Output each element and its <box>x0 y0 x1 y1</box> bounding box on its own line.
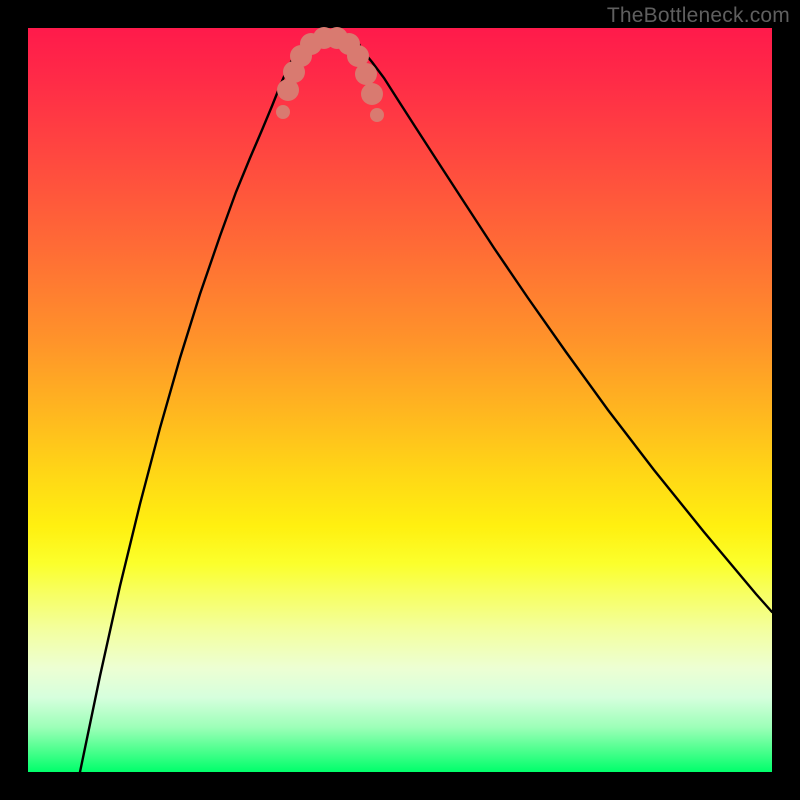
curve-left-arm <box>80 50 298 772</box>
bead-marker <box>276 105 290 119</box>
bead-marker <box>370 108 384 122</box>
bead-chain <box>276 27 384 122</box>
curve-right-arm <box>362 50 772 612</box>
watermark-text: TheBottleneck.com <box>607 4 790 28</box>
bead-marker <box>355 63 377 85</box>
outer-frame: TheBottleneck.com <box>0 0 800 800</box>
plot-area <box>28 28 772 772</box>
chart-svg <box>28 28 772 772</box>
bead-marker <box>361 83 383 105</box>
